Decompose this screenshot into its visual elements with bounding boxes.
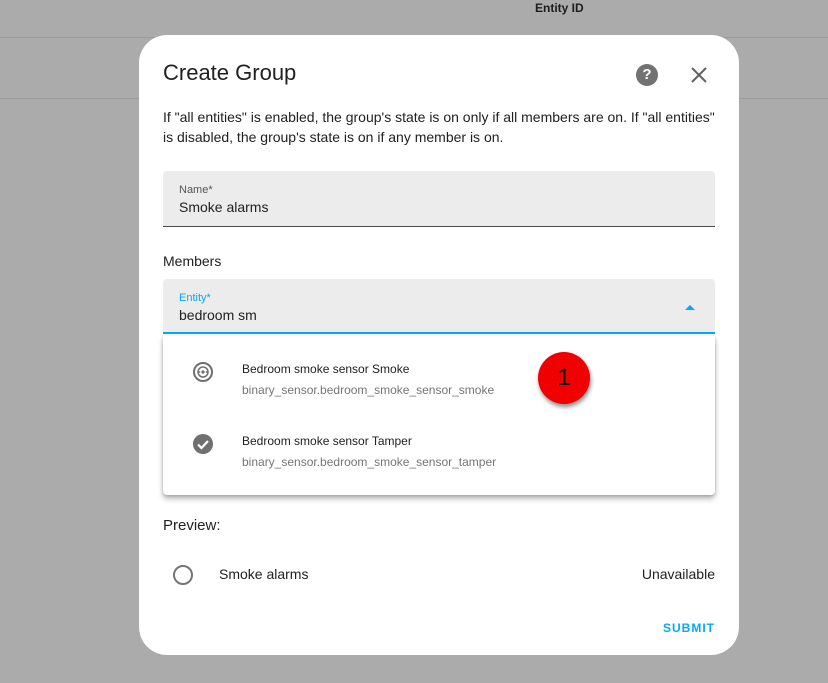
check-circle-icon: [191, 432, 215, 456]
preview-label: Preview:: [163, 517, 221, 534]
dialog-title: Create Group: [163, 60, 297, 85]
step-badge: 1: [538, 352, 590, 404]
entity-suggestions-list: Bedroom smoke sensor Smoke binary_sensor…: [163, 336, 715, 495]
help-icon[interactable]: ?: [636, 64, 658, 86]
list-item[interactable]: Bedroom smoke sensor Tamper binary_senso…: [163, 408, 715, 480]
entity-field-label: Entity*: [179, 292, 211, 304]
option-primary-text: Bedroom smoke sensor Tamper: [242, 434, 412, 448]
option-secondary-text: binary_sensor.bedroom_smoke_sensor_tampe…: [242, 455, 497, 469]
background-table-header: Entity ID: [0, 0, 828, 38]
column-header-entity-id: Entity ID: [535, 1, 584, 15]
close-icon[interactable]: [687, 63, 711, 87]
chevron-up-icon[interactable]: [685, 305, 695, 310]
entity-search-input[interactable]: bedroom sm: [179, 307, 257, 323]
entity-combobox[interactable]: Entity* bedroom sm: [163, 279, 715, 334]
preview-entity-name: Smoke alarms: [219, 566, 309, 582]
name-field-label: Name*: [179, 184, 213, 196]
members-label: Members: [163, 253, 222, 269]
create-group-dialog: Create Group ? If "all entities" is enab…: [139, 35, 739, 655]
option-primary-text: Bedroom smoke sensor Smoke: [242, 362, 410, 376]
submit-button[interactable]: SUBMIT: [663, 621, 715, 635]
list-item[interactable]: Bedroom smoke sensor Smoke binary_sensor…: [163, 336, 715, 408]
dialog-description: If "all entities" is enabled, the group'…: [163, 109, 715, 145]
option-secondary-text: binary_sensor.bedroom_smoke_sensor_smoke: [242, 383, 495, 397]
preview-entity-state: Unavailable: [641, 566, 715, 582]
name-field[interactable]: Name* Smoke alarms: [163, 171, 715, 227]
name-field-value[interactable]: Smoke alarms: [179, 199, 268, 215]
preview-state-radio[interactable]: [173, 565, 193, 585]
smoke-detector-icon: [191, 360, 215, 384]
